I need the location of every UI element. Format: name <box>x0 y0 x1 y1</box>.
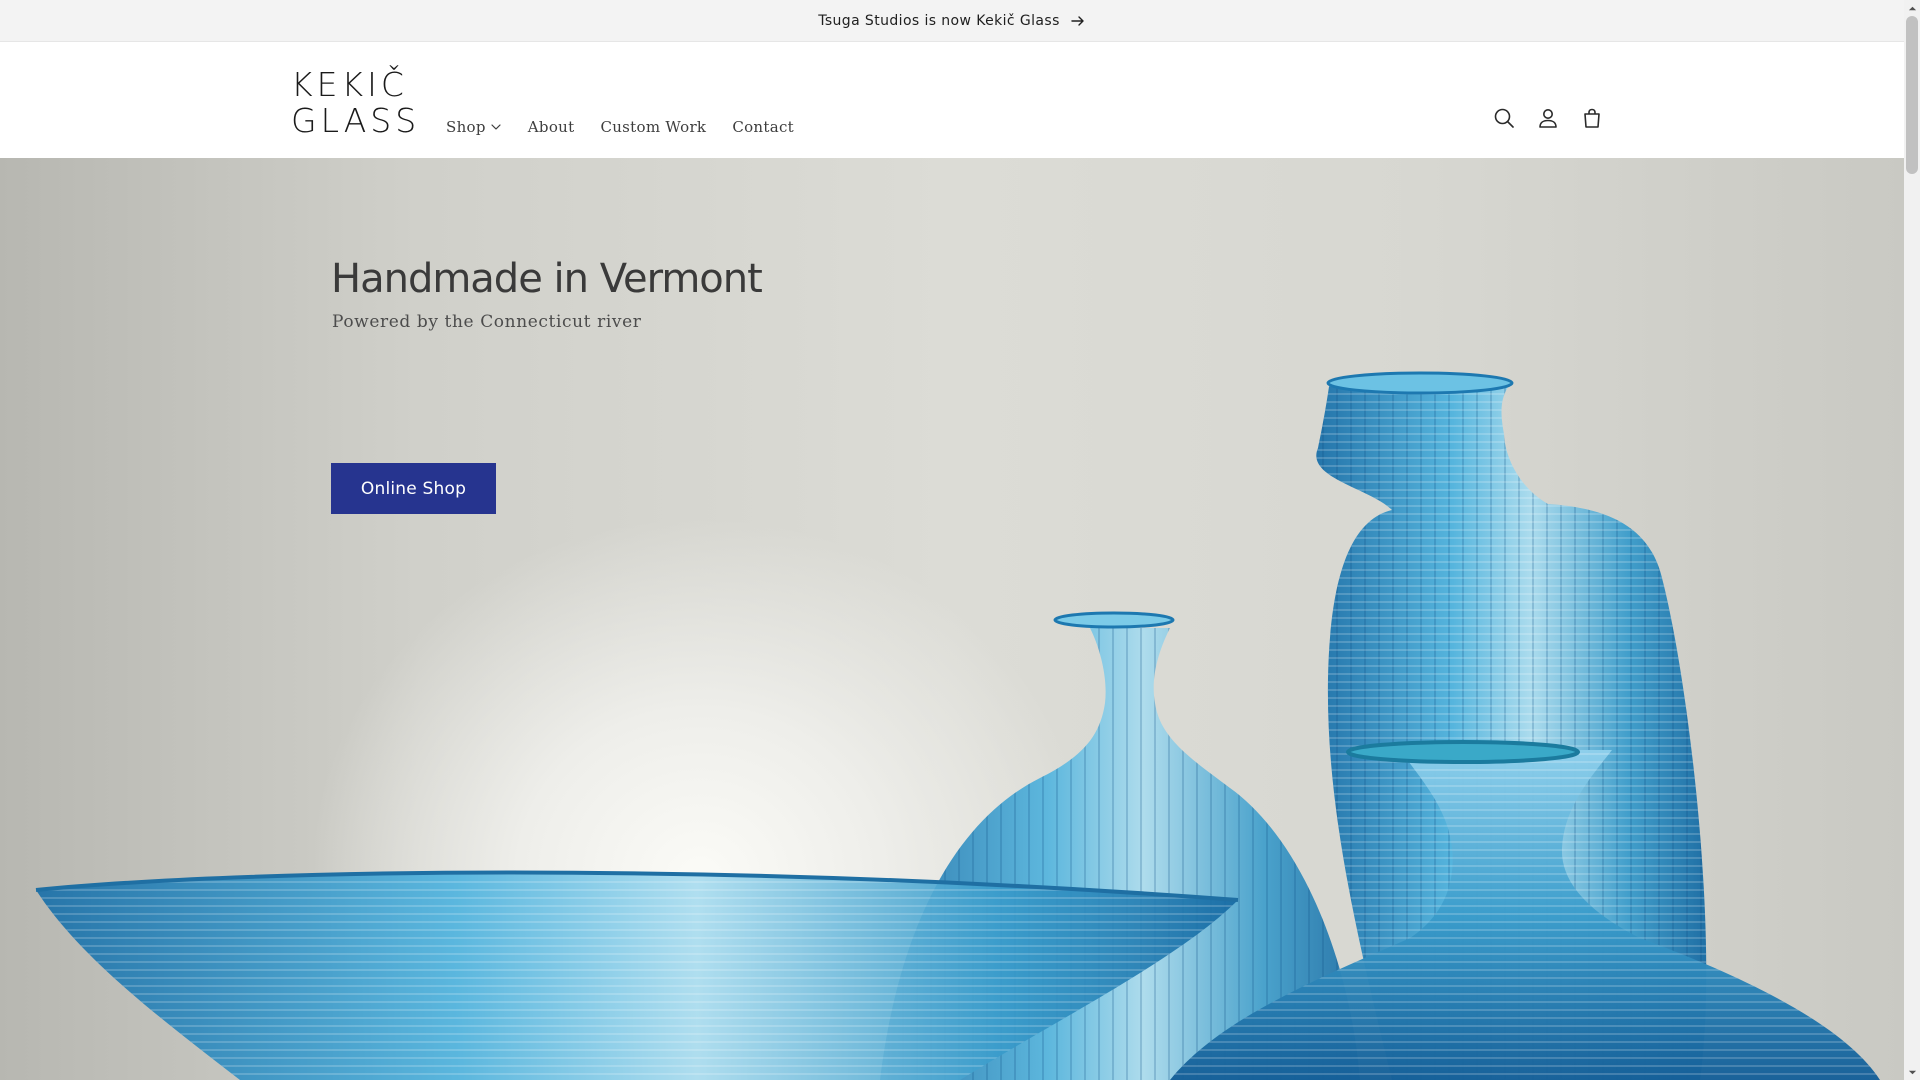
search-icon <box>1492 106 1516 135</box>
nav-item-shop[interactable]: Shop <box>446 118 515 136</box>
nav-item-shop-label: Shop <box>446 118 486 136</box>
hero-content: Handmade in Vermont Powered by the Conne… <box>331 256 763 514</box>
nav-item-custom-work-label: Custom Work <box>600 118 707 136</box>
hero-banner: Handmade in Vermont Powered by the Conne… <box>0 158 1904 1080</box>
nav-item-contact[interactable]: Contact <box>719 118 807 136</box>
scroll-up-arrow-icon[interactable] <box>1904 0 1920 16</box>
site-header: KEKIČ GLASS Shop About Custom Work Conta… <box>0 42 1904 158</box>
hero-subtitle: Powered by the Connecticut river <box>332 312 642 332</box>
logo-line-1: KEKIČ <box>291 65 408 104</box>
search-button[interactable] <box>1488 104 1520 136</box>
scrollbar-thumb[interactable] <box>1906 16 1918 174</box>
page-viewport: Tsuga Studios is now Kekič Glass KEKIČ G… <box>0 0 1904 1080</box>
account-icon <box>1536 106 1560 135</box>
main-nav: Shop About Custom Work Contact <box>446 118 807 136</box>
kekic-glass-logo[interactable]: KEKIČ GLASS <box>291 60 421 140</box>
logo-line-2: GLASS <box>291 101 421 140</box>
hero-glass-image <box>35 371 1880 1080</box>
announcement-text: Tsuga Studios is now Kekič Glass <box>818 12 1060 29</box>
hero-title: Handmade in Vermont <box>331 256 763 302</box>
nav-item-custom-work[interactable]: Custom Work <box>587 118 719 136</box>
scroll-down-arrow-icon[interactable] <box>1904 1064 1920 1080</box>
online-shop-button[interactable]: Online Shop <box>331 463 496 514</box>
nav-item-contact-label: Contact <box>732 118 794 136</box>
arrow-right-icon <box>1070 13 1086 29</box>
nav-item-about[interactable]: About <box>515 118 588 136</box>
cart-icon <box>1580 106 1604 135</box>
chevron-down-icon <box>490 121 502 133</box>
announcement-bar[interactable]: Tsuga Studios is now Kekič Glass <box>0 0 1904 42</box>
nav-item-about-label: About <box>527 118 575 136</box>
account-button[interactable] <box>1532 104 1564 136</box>
page-scrollbar[interactable] <box>1904 0 1920 1080</box>
header-icons <box>1488 104 1608 136</box>
cart-button[interactable] <box>1576 104 1608 136</box>
